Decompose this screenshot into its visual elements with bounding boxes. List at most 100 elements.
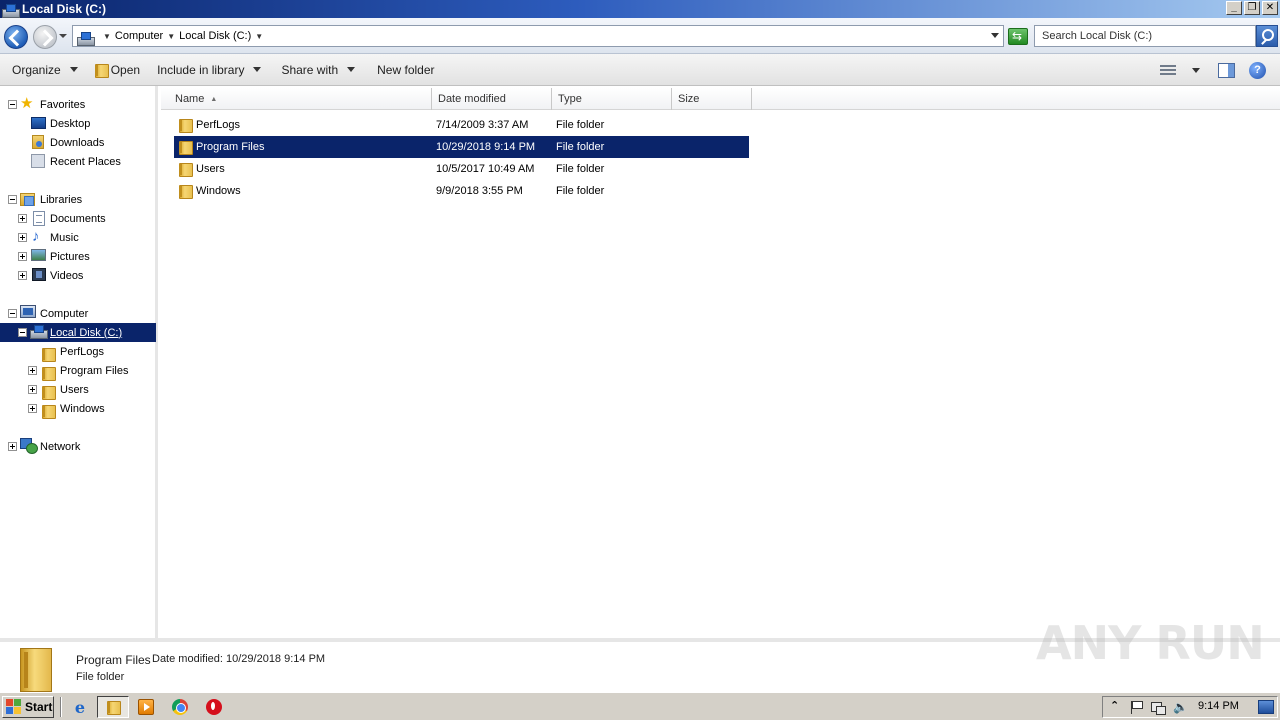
- file-date-modified: 9/9/2018 3:55 PM: [436, 185, 523, 197]
- nav-item-program-files[interactable]: Program Files: [0, 361, 156, 381]
- nav-item-desktop[interactable]: Desktop: [0, 114, 156, 133]
- nav-item-favorites[interactable]: ★ Favorites: [0, 95, 156, 114]
- new-folder-button[interactable]: New folder: [361, 54, 440, 85]
- show-hidden-icons-button[interactable]: ⌃: [1110, 699, 1119, 712]
- close-button[interactable]: ✕: [1262, 1, 1278, 15]
- column-header-name[interactable]: Name ▲: [161, 88, 432, 110]
- toolbar-right-group: ?: [1160, 54, 1280, 86]
- nav-item-label: Libraries: [40, 193, 83, 206]
- share-with-button[interactable]: Share with: [267, 54, 361, 85]
- folder-icon: [41, 366, 56, 381]
- nav-item-recent-places[interactable]: Recent Places: [0, 152, 156, 171]
- chevron-down-icon[interactable]: ▼: [103, 32, 111, 41]
- nav-item-pictures[interactable]: Pictures: [0, 247, 156, 266]
- nav-item-perflogs[interactable]: PerfLogs: [0, 342, 156, 362]
- folder-icon: [178, 118, 193, 133]
- refresh-button[interactable]: [1008, 28, 1028, 45]
- expand-toggle[interactable]: [18, 271, 27, 280]
- nav-item-libraries[interactable]: Libraries: [0, 190, 156, 209]
- minimize-button[interactable]: _: [1226, 1, 1242, 15]
- organize-button[interactable]: Organize: [0, 54, 84, 85]
- nav-item-downloads[interactable]: Downloads: [0, 133, 156, 152]
- expand-toggle[interactable]: [8, 442, 17, 451]
- file-date-modified: 7/14/2009 3:37 AM: [436, 119, 529, 131]
- expand-toggle[interactable]: [28, 385, 37, 394]
- volume-icon[interactable]: 🔈: [1173, 700, 1188, 714]
- expand-toggle[interactable]: [18, 214, 27, 223]
- search-placeholder: Search Local Disk (C:): [1042, 30, 1153, 42]
- column-header-date-modified[interactable]: Date modified: [432, 88, 552, 110]
- views-icon[interactable]: [1160, 64, 1176, 76]
- expand-toggle[interactable]: [18, 252, 27, 261]
- breadcrumb-computer[interactable]: Computer: [115, 30, 163, 42]
- organize-label: Organize: [12, 62, 61, 77]
- preview-pane-icon[interactable]: [1218, 62, 1235, 78]
- chevron-down-icon[interactable]: [1192, 67, 1200, 73]
- chevron-down-icon[interactable]: ▼: [167, 32, 175, 41]
- opera-icon[interactable]: [206, 699, 222, 715]
- action-center-flag-icon[interactable]: [1129, 700, 1143, 714]
- collapse-toggle[interactable]: [8, 195, 17, 204]
- column-header-size[interactable]: Size: [672, 88, 752, 110]
- windows-explorer-task-button[interactable]: [97, 696, 129, 718]
- title-bar[interactable]: Local Disk (C:) _ ❐ ✕: [0, 0, 1280, 18]
- chrome-icon[interactable]: [172, 699, 188, 715]
- recent-pages-dropdown[interactable]: [59, 34, 67, 38]
- nav-item-documents[interactable]: Documents: [0, 209, 156, 228]
- file-date-modified: 10/5/2017 10:49 AM: [436, 163, 535, 175]
- nav-item-music[interactable]: ♪ Music: [0, 228, 156, 247]
- media-player-icon[interactable]: [138, 699, 154, 715]
- forward-button[interactable]: [33, 25, 57, 49]
- drive-icon: [77, 32, 95, 46]
- internet-explorer-icon[interactable]: e: [71, 699, 89, 717]
- open-label: Open: [110, 62, 141, 77]
- new-folder-label: New folder: [377, 62, 435, 77]
- start-button[interactable]: Start: [2, 696, 54, 718]
- include-in-library-label: Include in library: [157, 62, 245, 77]
- breadcrumb-local-disk[interactable]: Local Disk (C:): [179, 30, 251, 42]
- drive-icon: [30, 325, 48, 339]
- collapse-toggle[interactable]: [8, 309, 17, 318]
- search-input[interactable]: Search Local Disk (C:): [1034, 25, 1256, 47]
- libraries-icon: [20, 193, 35, 206]
- address-field[interactable]: ▼ Computer ▼ Local Disk (C:) ▼: [72, 25, 1004, 47]
- expand-toggle[interactable]: [28, 404, 37, 413]
- file-row[interactable]: PerfLogs 7/14/2009 3:37 AM File folder: [174, 114, 749, 136]
- file-list-view[interactable]: Name ▲ Date modified Type Size PerfLogs …: [161, 86, 1280, 638]
- computer-icon: [20, 305, 36, 318]
- search-icon[interactable]: [1256, 25, 1278, 47]
- column-header-type[interactable]: Type: [552, 88, 672, 110]
- open-button[interactable]: Open: [84, 54, 146, 85]
- network-status-icon[interactable]: [1151, 700, 1166, 715]
- collapse-toggle[interactable]: [18, 328, 27, 337]
- expand-toggle[interactable]: [28, 366, 37, 375]
- address-history-dropdown[interactable]: [991, 33, 999, 38]
- watermark-logo: ANY RUN: [1036, 616, 1265, 670]
- nav-item-network[interactable]: Network: [0, 437, 156, 456]
- column-headers: Name ▲ Date modified Type Size: [161, 88, 1280, 110]
- nav-item-users[interactable]: Users: [0, 380, 156, 400]
- file-row[interactable]: Windows 9/9/2018 3:55 PM File folder: [174, 180, 749, 202]
- include-in-library-button[interactable]: Include in library: [146, 54, 267, 85]
- file-type: File folder: [556, 185, 605, 197]
- expand-toggle[interactable]: [18, 233, 27, 242]
- chevron-down-icon[interactable]: ▼: [255, 32, 263, 41]
- nav-item-windows[interactable]: Windows: [0, 399, 156, 419]
- file-row-selected[interactable]: Program Files 10/29/2018 9:14 PM File fo…: [174, 136, 749, 158]
- nav-item-computer[interactable]: Computer: [0, 304, 156, 323]
- restore-button[interactable]: ❐: [1244, 1, 1260, 15]
- file-row[interactable]: Users 10/5/2017 10:49 AM File folder: [174, 158, 749, 180]
- folder-icon: [41, 404, 56, 419]
- nav-item-videos[interactable]: Videos: [0, 266, 156, 285]
- nav-item-local-disk[interactable]: Local Disk (C:): [0, 323, 156, 342]
- open-folder-icon: [94, 63, 109, 78]
- taskbar: Start e ⌃ 🔈 9:14 PM: [0, 692, 1280, 720]
- share-with-label: Share with: [281, 62, 339, 77]
- collapse-toggle[interactable]: [8, 100, 17, 109]
- clock[interactable]: 9:14 PM: [1198, 700, 1239, 712]
- chevron-down-icon: [253, 67, 262, 72]
- show-desktop-button[interactable]: [1258, 700, 1274, 714]
- back-button[interactable]: [4, 25, 28, 49]
- nav-item-label: Recent Places: [50, 155, 121, 168]
- help-icon[interactable]: ?: [1249, 61, 1266, 79]
